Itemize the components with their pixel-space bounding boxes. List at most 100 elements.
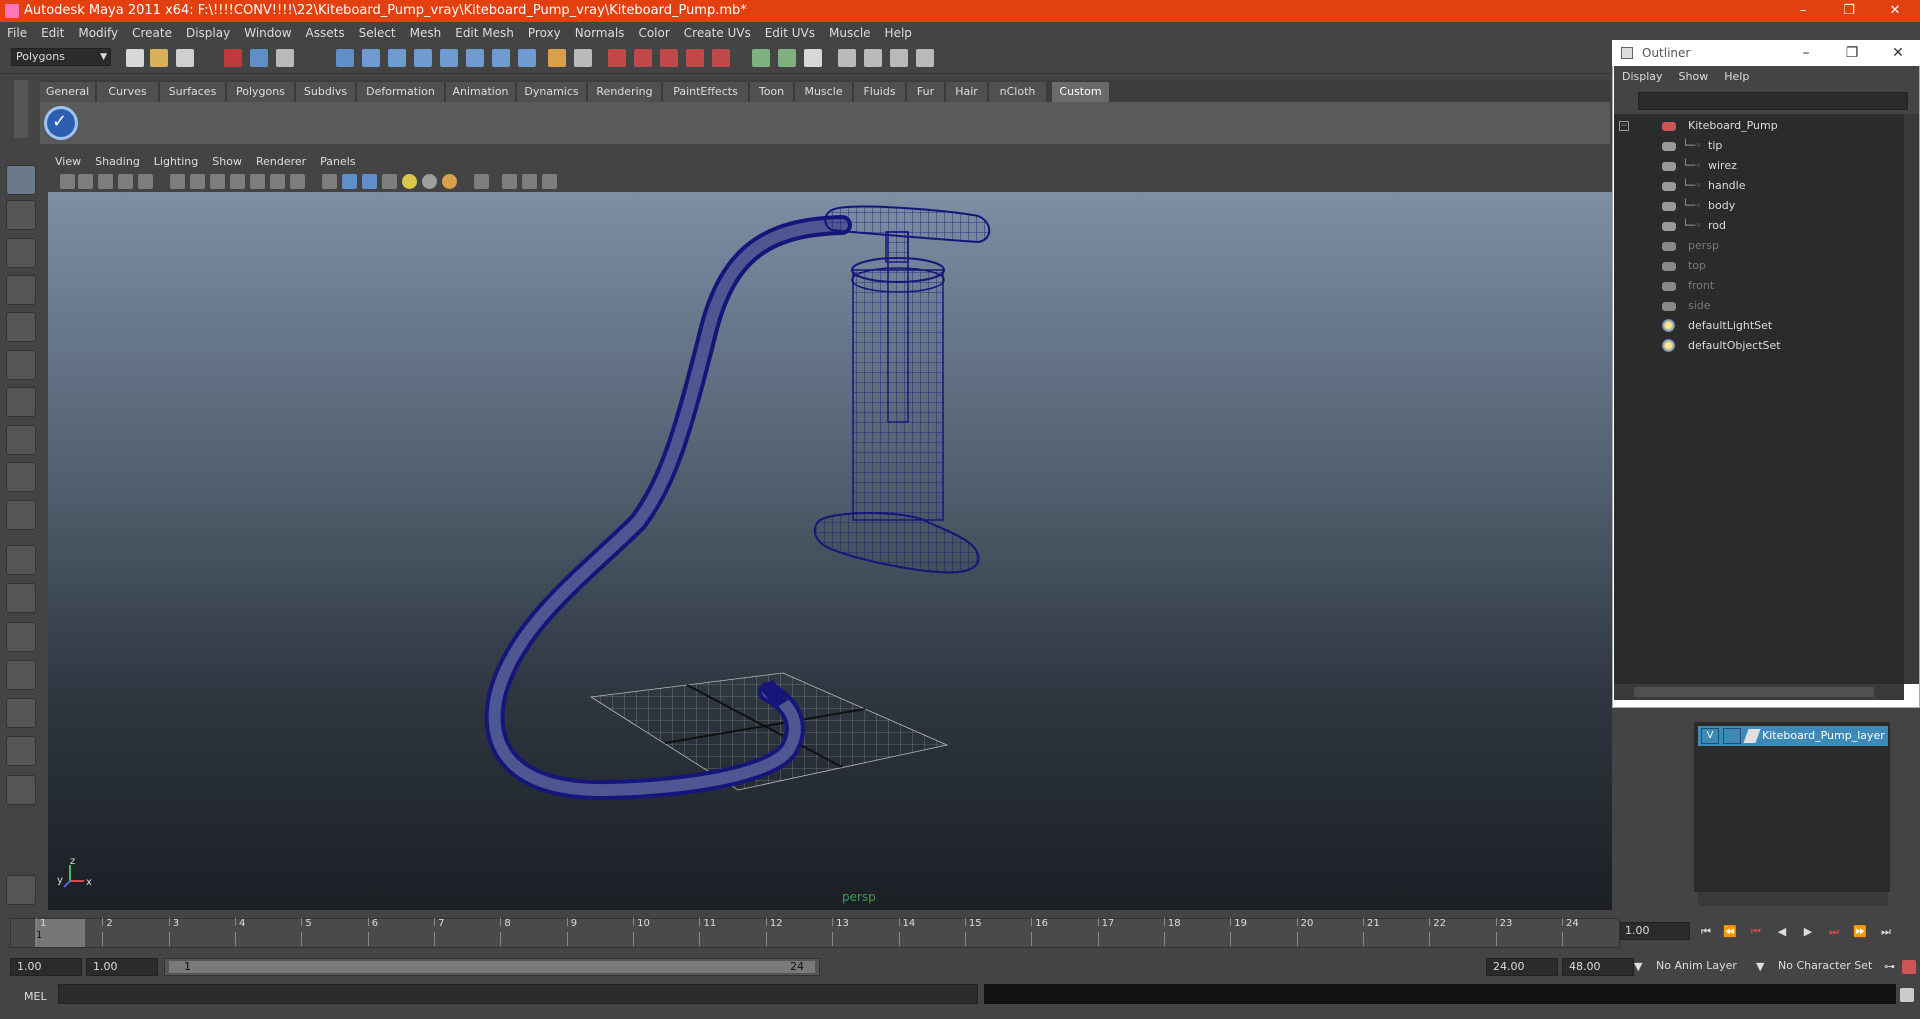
select-object-icon[interactable] (250, 49, 268, 67)
outliner-item-body[interactable]: └─◦ body (1662, 196, 1892, 216)
layout-icon[interactable] (838, 49, 856, 67)
outliner-menu-show[interactable]: Show (1671, 66, 1717, 88)
start-time-field[interactable]: 1.00 (10, 958, 82, 976)
select-camera-icon[interactable] (60, 174, 75, 189)
lock-icon[interactable] (548, 49, 566, 67)
textured-icon[interactable] (382, 174, 397, 189)
layout-four-icon[interactable] (916, 49, 934, 67)
viewport-menu-panels[interactable]: Panels (313, 152, 362, 172)
paint-select-tool-icon[interactable] (6, 238, 36, 268)
help-line-icon[interactable] (518, 49, 536, 67)
viewport-menu-renderer[interactable]: Renderer (249, 152, 313, 172)
last-tool-icon[interactable] (6, 500, 36, 530)
select-tool-icon[interactable] (6, 165, 36, 195)
outliner-item-default-light-set[interactable]: defaultLightSet (1662, 316, 1892, 336)
tab-animation[interactable]: Animation (446, 82, 516, 102)
make-live-icon[interactable] (440, 49, 458, 67)
range-slider[interactable] (164, 958, 820, 976)
viewport-menu-view[interactable]: View (48, 152, 88, 172)
outliner-item-default-object-set[interactable]: defaultObjectSet (1662, 336, 1892, 356)
gate-mask-icon[interactable] (230, 174, 245, 189)
collapse-toggle-icon[interactable]: − (1619, 121, 1629, 131)
viewport-settings-icon[interactable] (542, 174, 557, 189)
outliner-minimize-button[interactable]: – (1784, 40, 1828, 66)
field-chart-icon[interactable] (250, 174, 265, 189)
menu-create[interactable]: Create (125, 22, 179, 44)
wireframe-on-shaded-icon[interactable] (362, 174, 377, 189)
show-channel-box-icon[interactable] (804, 49, 822, 67)
tab-hair[interactable]: Hair (946, 82, 988, 102)
save-scene-icon[interactable] (176, 49, 194, 67)
script-editor-icon[interactable] (1900, 988, 1914, 1002)
menu-window[interactable]: Window (237, 22, 298, 44)
tab-deformation[interactable]: Deformation (357, 82, 445, 102)
range-slider-handle[interactable] (169, 961, 815, 973)
layer-visibility-toggle[interactable]: V (1701, 728, 1719, 744)
step-forward-key-icon[interactable]: ⏭ (1826, 924, 1842, 940)
scale-tool-icon[interactable] (6, 350, 36, 380)
image-plane-icon[interactable] (118, 174, 133, 189)
tab-ncloth[interactable]: nCloth (989, 82, 1047, 102)
menu-help[interactable]: Help (878, 22, 919, 44)
character-set-dropdown[interactable]: No Character Set (1772, 958, 1882, 976)
command-language-toggle[interactable]: MEL (24, 990, 47, 1003)
outliner-item-top[interactable]: top (1662, 256, 1892, 276)
isolate-select-icon[interactable] (502, 174, 517, 189)
menu-display[interactable]: Display (179, 22, 237, 44)
close-button[interactable]: ✕ (1872, 0, 1918, 22)
layout-three-icon[interactable] (890, 49, 908, 67)
outliner-item-tip[interactable]: └─◦ tip (1662, 136, 1892, 156)
outliner-horizontal-scrollbar[interactable] (1614, 684, 1904, 700)
universal-manipulator-icon[interactable] (6, 387, 36, 417)
select-component-icon[interactable] (276, 49, 294, 67)
menu-edit-mesh[interactable]: Edit Mesh (448, 22, 521, 44)
viewport-menu-show[interactable]: Show (205, 152, 249, 172)
open-scene-icon[interactable] (150, 49, 168, 67)
anim-layer-chevron-icon[interactable]: ▼ (1634, 960, 1642, 973)
tab-polygons[interactable]: Polygons (227, 82, 295, 102)
selection-lock-icon[interactable] (574, 49, 592, 67)
tab-rendering[interactable]: Rendering (588, 82, 662, 102)
layer-scrollbar[interactable] (1698, 892, 1888, 906)
safe-title-icon[interactable] (290, 174, 305, 189)
layer-playback-toggle[interactable] (1723, 728, 1741, 744)
step-back-frame-icon[interactable]: ⏪ (1722, 924, 1738, 940)
snap-point-icon[interactable] (388, 49, 406, 67)
step-back-key-icon[interactable]: ⏮ (1748, 924, 1764, 940)
safe-action-icon[interactable] (270, 174, 285, 189)
outliner-filter-input[interactable] (1638, 92, 1908, 110)
grid-toggle-icon[interactable] (170, 174, 185, 189)
render-frame-icon[interactable] (634, 49, 652, 67)
layout-options-icon[interactable] (6, 775, 36, 805)
outliner-vertical-scrollbar[interactable] (1904, 114, 1919, 684)
menu-file[interactable]: File (0, 22, 34, 44)
use-default-lighting-icon[interactable] (402, 174, 417, 189)
tab-subdivs[interactable]: Subdivs (296, 82, 356, 102)
move-tool-icon[interactable] (6, 275, 36, 305)
tab-surfaces[interactable]: Surfaces (160, 82, 226, 102)
show-manipulator-icon[interactable] (6, 462, 36, 492)
xray-icon[interactable] (474, 174, 489, 189)
key-icon[interactable]: ⊶ (1884, 960, 1895, 973)
outliner-maximize-button[interactable]: ❐ (1830, 40, 1874, 66)
history-icon[interactable] (492, 49, 510, 67)
maximize-button[interactable]: ❐ (1826, 0, 1872, 22)
minimize-button[interactable]: – (1780, 0, 1826, 22)
go-to-end-icon[interactable]: ⏭ (1878, 924, 1894, 940)
playback-end-field[interactable]: 24.00 (1486, 958, 1558, 976)
menu-color[interactable]: Color (631, 22, 676, 44)
tab-fluids[interactable]: Fluids (854, 82, 906, 102)
outliner-item-handle[interactable]: └─◦ handle (1662, 176, 1892, 196)
tab-toon[interactable]: Toon (750, 82, 794, 102)
hypershade-icon[interactable] (712, 49, 730, 67)
outliner-menu-help[interactable]: Help (1716, 66, 1757, 88)
bookmarks-icon[interactable] (98, 174, 113, 189)
show-attribute-editor-icon[interactable] (752, 49, 770, 67)
tab-general[interactable]: General (40, 82, 96, 102)
outliner-menu-display[interactable]: Display (1614, 66, 1671, 88)
tab-curves[interactable]: Curves (97, 82, 159, 102)
menu-proxy[interactable]: Proxy (521, 22, 568, 44)
smooth-shading-icon[interactable] (342, 174, 357, 189)
menu-mesh[interactable]: Mesh (403, 22, 449, 44)
character-set-chevron-icon[interactable]: ▼ (1756, 960, 1764, 973)
